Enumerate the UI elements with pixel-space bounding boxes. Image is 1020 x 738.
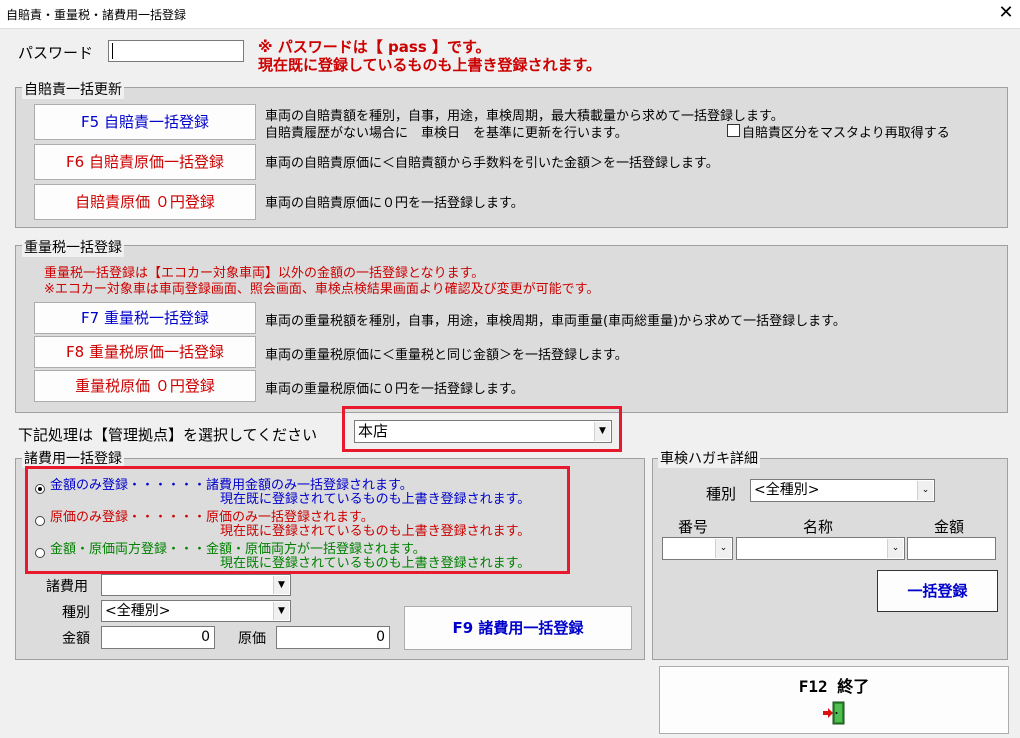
shohiyo-item-label: 諸費用 bbox=[46, 579, 88, 595]
chevron-down-icon[interactable]: ▼ bbox=[594, 422, 610, 441]
hagaki-name-dropdown[interactable]: ⌄ bbox=[736, 537, 905, 560]
hagaki-bulk-register-button[interactable]: 一括登録 bbox=[877, 570, 998, 612]
shohiyo-cost-label: 原価 bbox=[238, 631, 266, 647]
juryozei-notice-2: ※エコカー対象車は車両登録画面、照会画面、車検点検結果画面より確認及び変更が可能… bbox=[44, 282, 600, 297]
f6-desc: 車両の自賠責原価に＜自賠責額から手数料を引いた金額＞を一括登録します。 bbox=[265, 156, 719, 171]
hagaki-col-amount: 金額 bbox=[934, 518, 965, 536]
hagaki-col-number: 番号 bbox=[678, 518, 709, 536]
jibaiseki-zero-button[interactable]: 自賠責原価 ０円登録 bbox=[34, 184, 256, 220]
hagaki-number-dropdown[interactable]: ⌄ bbox=[662, 537, 733, 560]
hagaki-legend: 車検ハガキ詳細 bbox=[658, 448, 760, 468]
hagaki-col-name: 名称 bbox=[803, 518, 834, 536]
radio-cost-only[interactable] bbox=[35, 516, 45, 526]
f9-shohiyo-button[interactable]: F9 諸費用一括登録 bbox=[404, 606, 632, 650]
f5-desc-line2: 自賠責履歴がない場合に 車検日 を基準に更新を行います。 bbox=[265, 126, 628, 141]
chevron-down-icon[interactable]: ▼ bbox=[273, 602, 289, 620]
shohiyo-item-dropdown[interactable]: ▼ bbox=[101, 574, 291, 596]
f8-juryozei-cost-button[interactable]: F8 重量税原価一括登録 bbox=[34, 336, 256, 368]
base-select-label: 下記処理は【管理拠点】を選択してください bbox=[18, 426, 318, 444]
f7-juryozei-button[interactable]: F7 重量税一括登録 bbox=[34, 302, 256, 334]
f8-desc: 車両の重量税原価に＜重量税と同じ金額＞を一括登録します。 bbox=[265, 348, 628, 363]
radio-amount-only[interactable] bbox=[35, 484, 45, 494]
window-title: 自賠責・重量税・諸費用一括登録 bbox=[6, 8, 187, 22]
password-input[interactable] bbox=[108, 40, 244, 62]
option-cost-only-sub: 現在既に登録されているものも上書き登録されます。 bbox=[220, 524, 531, 539]
jibaiseki-zero-desc: 車両の自賠責原価に０円を一括登録します。 bbox=[265, 196, 524, 211]
base-select-dropdown[interactable]: 本店 ▼ bbox=[354, 420, 612, 443]
chevron-down-icon[interactable]: ⌄ bbox=[917, 481, 933, 500]
hagaki-type-value: <全種別> bbox=[754, 482, 820, 498]
base-select-value: 本店 bbox=[358, 422, 389, 440]
hagaki-type-dropdown[interactable]: <全種別> ⌄ bbox=[750, 479, 935, 502]
shohiyo-cost-input[interactable]: 0 bbox=[276, 626, 390, 649]
shohiyo-type-label: 種別 bbox=[62, 605, 90, 621]
text-cursor bbox=[112, 43, 113, 59]
shohiyo-type-dropdown[interactable]: <全種別> ▼ bbox=[101, 600, 291, 622]
juryozei-legend: 重量税一括登録 bbox=[22, 237, 124, 257]
chevron-down-icon[interactable]: ⌄ bbox=[887, 539, 903, 558]
shohiyo-legend: 諸費用一括登録 bbox=[22, 448, 124, 468]
reacquire-checkbox-label: 自賠責区分をマスタより再取得する bbox=[742, 126, 950, 141]
jibaiseki-legend: 自賠責一括更新 bbox=[22, 79, 124, 99]
password-label: パスワード bbox=[18, 44, 94, 62]
reacquire-checkbox[interactable] bbox=[727, 124, 740, 137]
chevron-down-icon[interactable]: ⌄ bbox=[715, 539, 731, 558]
title-bar: 自賠責・重量税・諸費用一括登録 ✕ bbox=[0, 0, 1020, 29]
shohiyo-amount-label: 金額 bbox=[62, 631, 90, 647]
juryozei-zero-desc: 車両の重量税原価に０円を一括登録します。 bbox=[265, 382, 524, 397]
option-both-sub: 現在既に登録されているものも上書き登録されます。 bbox=[220, 556, 531, 571]
close-icon[interactable]: ✕ bbox=[994, 2, 1018, 23]
f6-jibaiseki-cost-button[interactable]: F6 自賠責原価一括登録 bbox=[34, 144, 256, 180]
overwrite-note: 現在既に登録しているものも上書き登録されます。 bbox=[258, 56, 602, 74]
hagaki-amount-input[interactable] bbox=[907, 537, 996, 560]
shohiyo-type-value: <全種別> bbox=[105, 603, 171, 619]
chevron-down-icon[interactable]: ▼ bbox=[273, 576, 289, 594]
juryozei-zero-button[interactable]: 重量税原価 ０円登録 bbox=[34, 370, 256, 402]
exit-door-icon bbox=[823, 701, 845, 725]
shohiyo-amount-input[interactable]: 0 bbox=[101, 626, 215, 649]
radio-both[interactable] bbox=[35, 548, 45, 558]
exit-label: F12 終了 bbox=[798, 677, 870, 696]
f12-exit-button[interactable]: F12 終了 bbox=[659, 666, 1009, 734]
hagaki-type-label: 種別 bbox=[706, 485, 737, 503]
option-amount-only-sub: 現在既に登録されているものも上書き登録されます。 bbox=[220, 492, 531, 507]
f7-desc: 車両の重量税額を種別，自事，用途，車検周期，車両重量(車両総重量)から求めて一括… bbox=[265, 314, 846, 329]
f5-jibaiseki-button[interactable]: F5 自賠責一括登録 bbox=[34, 104, 256, 140]
